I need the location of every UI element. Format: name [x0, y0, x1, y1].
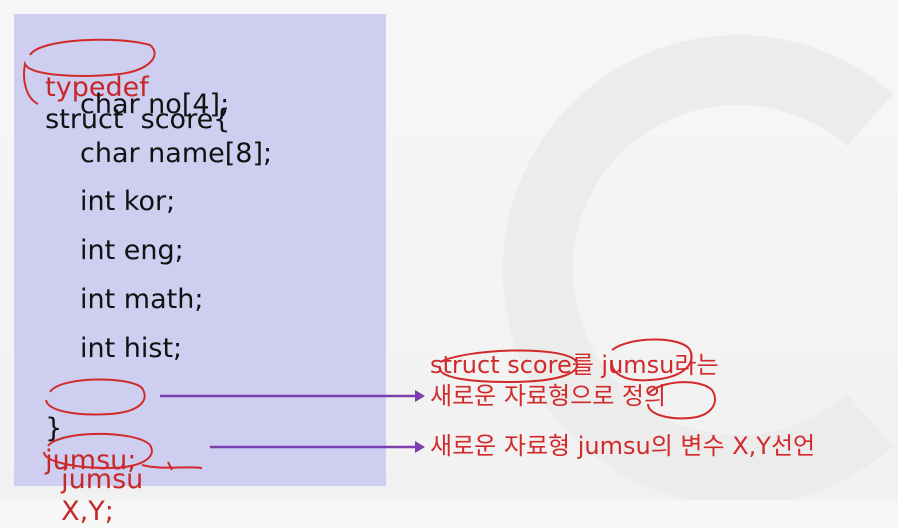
code-line-variables: jumsu X,Y; — [44, 432, 143, 528]
code-line-name: char name[8]; — [80, 138, 273, 169]
code-line-math: int math; — [80, 284, 204, 315]
annotation-typedef-line1: struct score를 jumsu라는 — [430, 351, 719, 379]
code-line-hist: int hist; — [80, 333, 183, 364]
variables-xy: X,Y; — [61, 496, 114, 527]
type-jumsu: jumsu — [61, 464, 144, 495]
code-line-eng: int eng; — [80, 235, 184, 266]
code-line-no: char no[4]; — [80, 89, 230, 120]
code-line-typedef: typedef struct score{ — [28, 40, 230, 136]
annotation-typedef-line2: 새로운 자료형으로 정의 — [430, 382, 667, 410]
annotation-variable-declaration: 새로운 자료형 jumsu의 변수 X,Y선언 — [430, 432, 816, 460]
code-line-kor: int kor; — [80, 186, 176, 217]
